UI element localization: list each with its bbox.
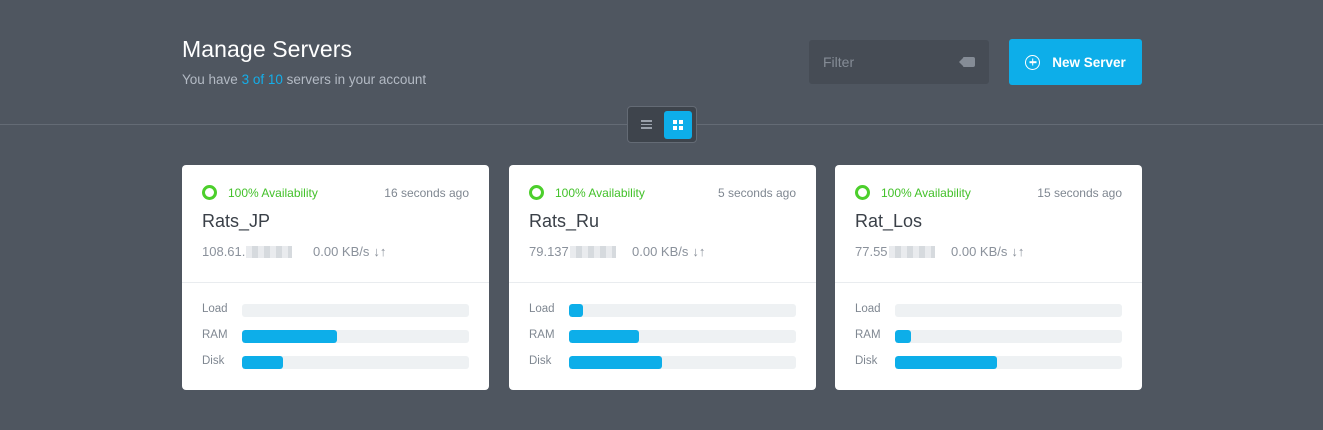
status-online-icon <box>529 185 544 200</box>
up-down-arrows-icon: ↓↑ <box>1011 244 1025 259</box>
last-seen: 15 seconds ago <box>1037 186 1122 200</box>
meter-label: RAM <box>529 329 555 341</box>
disk-meter: Disk <box>529 355 796 369</box>
meter-fill <box>569 356 663 369</box>
status-online-icon <box>202 185 217 200</box>
speed-value: 0.00 KB/s <box>632 244 689 259</box>
ip-redaction <box>888 245 935 258</box>
ip-text: 108.61. <box>202 244 246 259</box>
ip-text: 79.137 <box>529 244 569 259</box>
ram-meter: RAM <box>529 329 796 343</box>
server-name[interactable]: Rats_Ru <box>529 211 599 232</box>
meter-track <box>569 356 796 369</box>
status-online-icon <box>855 185 870 200</box>
speed-value: 0.00 KB/s <box>313 244 370 259</box>
server-name[interactable]: Rat_Los <box>855 211 922 232</box>
meter-track <box>895 356 1122 369</box>
meter-label: RAM <box>855 329 881 341</box>
disk-meter: Disk <box>855 355 1122 369</box>
subtitle-prefix: You have <box>182 72 242 87</box>
last-seen: 5 seconds ago <box>717 186 796 200</box>
meter-track <box>895 330 1122 343</box>
ram-meter: RAM <box>855 329 1122 343</box>
server-card[interactable]: 100% Availability 15 seconds ago Rat_Los… <box>835 165 1142 390</box>
ip-text: 77.55 <box>855 244 888 259</box>
load-meter: Load <box>529 303 796 317</box>
meter-fill <box>895 356 998 369</box>
meter-label: Load <box>202 303 228 315</box>
network-speed: 0.00 KB/s ↓↑ <box>632 244 705 259</box>
subtitle-suffix: servers in your account <box>282 72 427 87</box>
meter-label: Disk <box>202 355 225 367</box>
filter-field[interactable] <box>809 40 989 84</box>
new-server-button[interactable]: New Server <box>1009 39 1142 85</box>
speed-value: 0.00 KB/s <box>951 244 1008 259</box>
load-meter: Load <box>202 303 469 317</box>
server-name[interactable]: Rats_JP <box>202 211 270 232</box>
availability-label: 100% Availability <box>555 186 645 200</box>
page-title: Manage Servers <box>182 36 353 62</box>
meter-label: Disk <box>529 355 552 367</box>
server-card[interactable]: 100% Availability 5 seconds ago Rats_Ru … <box>509 165 816 390</box>
meter-track <box>242 304 469 317</box>
meter-track <box>242 356 469 369</box>
up-down-arrows-icon: ↓↑ <box>692 244 706 259</box>
availability-label: 100% Availability <box>881 186 971 200</box>
grid-icon <box>673 119 683 130</box>
availability-label: 100% Availability <box>228 186 318 200</box>
server-card[interactable]: 100% Availability 16 seconds ago Rats_JP… <box>182 165 489 390</box>
ip-redaction <box>246 245 293 258</box>
meter-fill <box>569 330 640 343</box>
network-speed: 0.00 KB/s ↓↑ <box>313 244 386 259</box>
meter-fill <box>569 304 583 317</box>
view-toggle <box>627 106 697 143</box>
new-server-label: New Server <box>1052 54 1126 70</box>
server-count: 3 of 10 <box>241 72 283 87</box>
page-subtitle: You have 3 of 10 servers in your account <box>182 72 426 87</box>
filter-input[interactable] <box>823 54 953 70</box>
meter-label: Disk <box>855 355 878 367</box>
load-meter: Load <box>855 303 1122 317</box>
meter-track <box>895 304 1122 317</box>
meter-track <box>569 304 796 317</box>
list-icon <box>640 120 652 129</box>
meter-fill <box>895 330 911 343</box>
last-seen: 16 seconds ago <box>384 186 469 200</box>
server-ip: 77.55 <box>855 244 935 259</box>
meter-fill <box>242 356 283 369</box>
meter-label: Load <box>529 303 555 315</box>
ip-redaction <box>569 245 616 258</box>
meter-fill <box>242 330 338 343</box>
list-view-button[interactable] <box>632 111 660 139</box>
server-ip: 108.61. <box>202 244 293 259</box>
plus-circle-icon <box>1025 54 1041 70</box>
meter-track <box>569 330 796 343</box>
meter-track <box>242 330 469 343</box>
manage-servers-page: Manage Servers You have 3 of 10 servers … <box>0 0 1323 430</box>
disk-meter: Disk <box>202 355 469 369</box>
grid-view-button[interactable] <box>664 110 692 139</box>
network-speed: 0.00 KB/s ↓↑ <box>951 244 1024 259</box>
ram-meter: RAM <box>202 329 469 343</box>
meter-label: RAM <box>202 329 228 341</box>
tag-icon <box>959 57 975 67</box>
server-ip: 79.137 <box>529 244 616 259</box>
meter-label: Load <box>855 303 881 315</box>
up-down-arrows-icon: ↓↑ <box>373 244 387 259</box>
